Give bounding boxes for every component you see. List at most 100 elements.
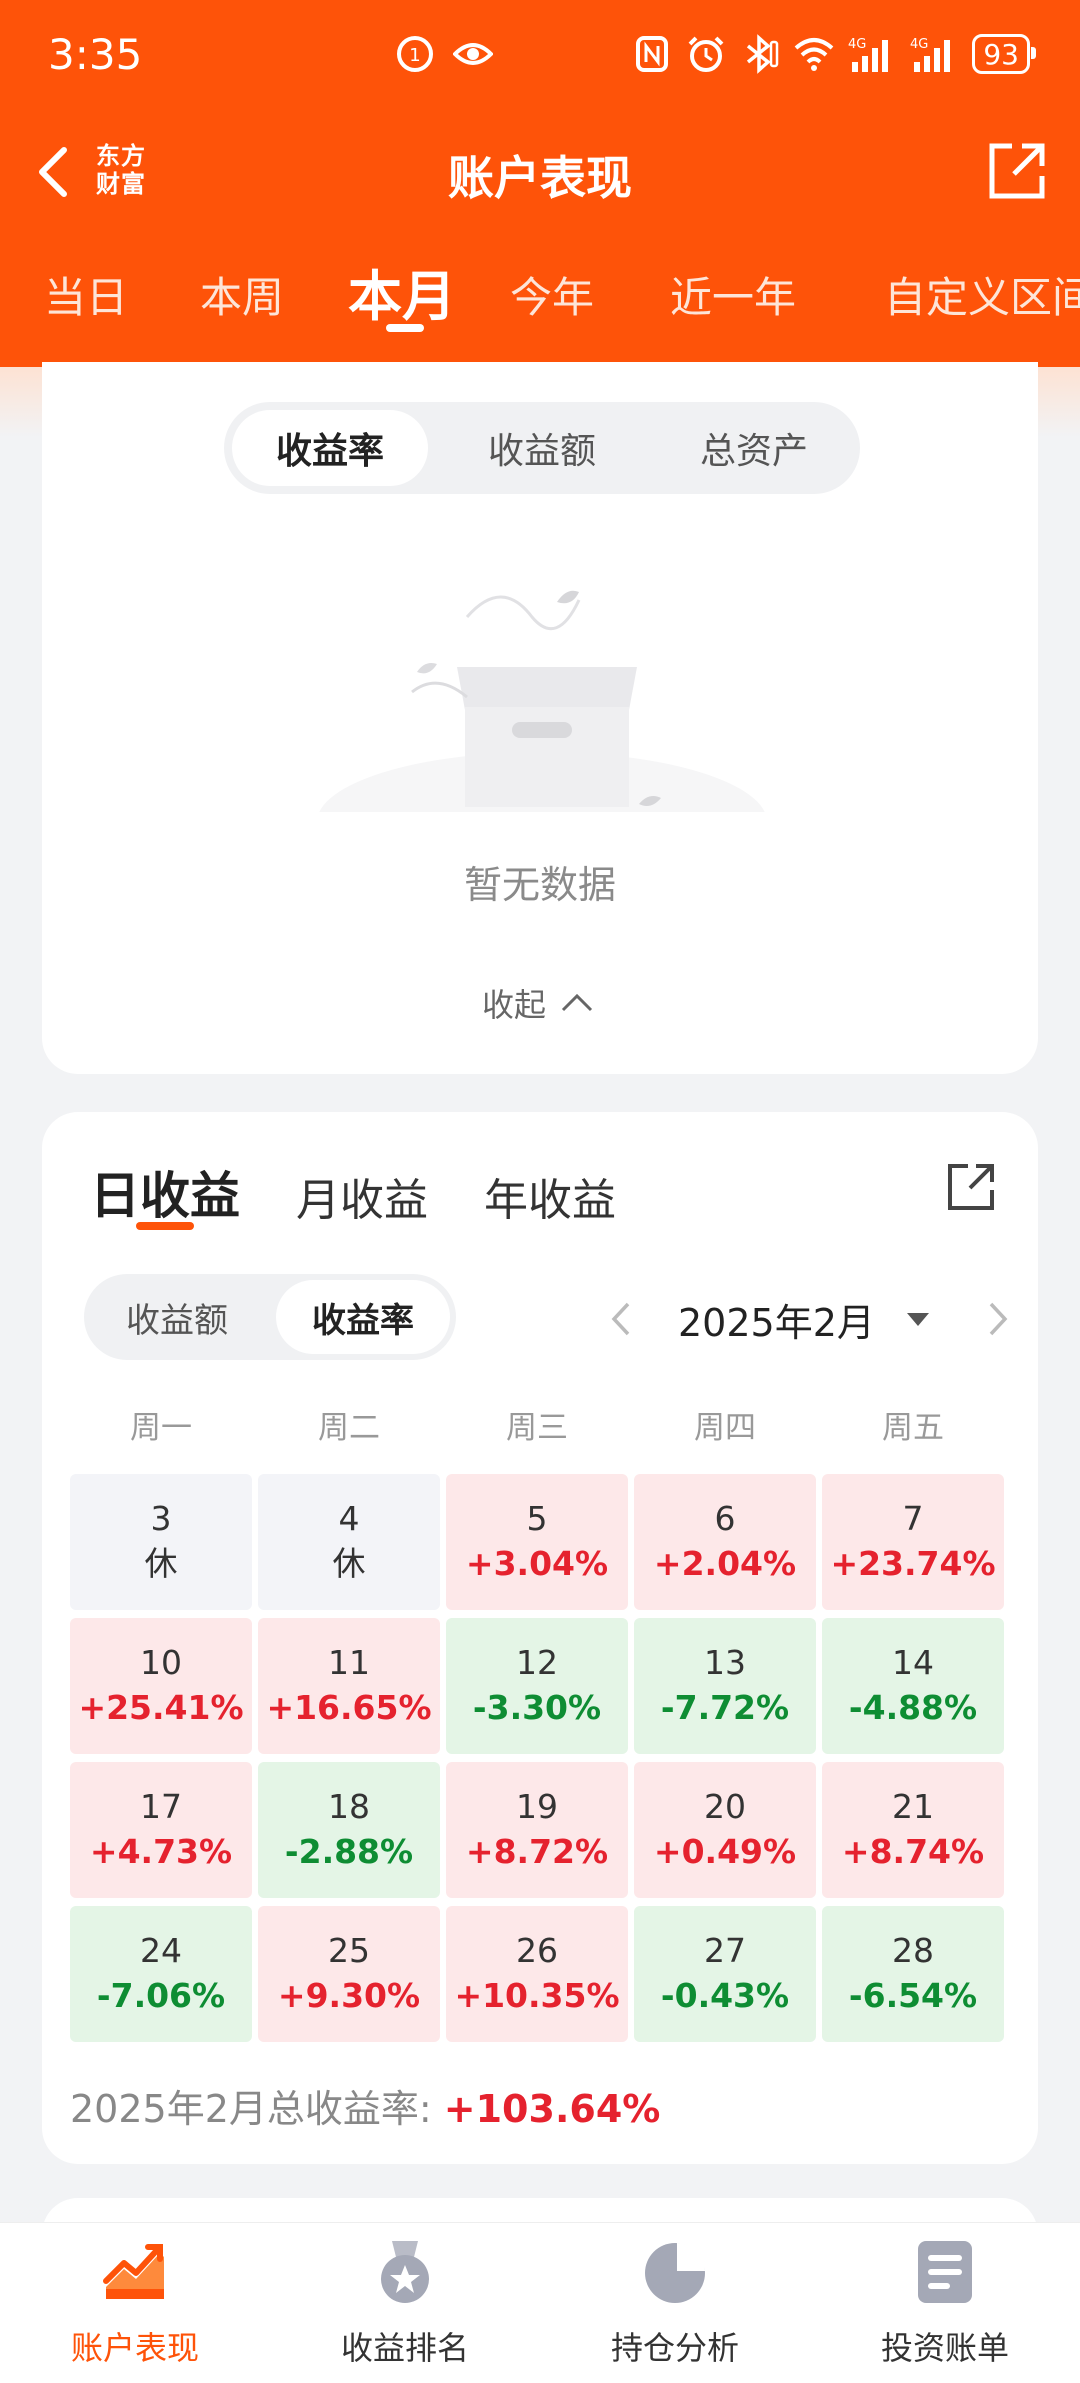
tab-daily-return[interactable]: 日收益 <box>90 1156 240 1228</box>
app-badge-icon: 1 <box>397 36 433 72</box>
bottom-nav-label: 持仓分析 <box>610 2329 739 2367</box>
day-number: 27 <box>704 1931 746 1970</box>
day-return: -3.30% <box>472 1688 602 1727</box>
calendar-day-cell[interactable]: 14 -4.88% <box>822 1618 1004 1754</box>
day-return: +3.04% <box>465 1544 609 1583</box>
weekday-label: 周二 <box>318 1410 380 1446</box>
day-return: -6.54% <box>848 1976 978 2015</box>
prev-month-icon[interactable] <box>602 1294 642 1344</box>
segment-return-rate[interactable]: 收益率 <box>224 422 436 474</box>
battery-indicator: 93 <box>972 34 1036 74</box>
bottom-nav: 账户表现 收益排名 持仓分析 投资账单 <box>0 2222 1080 2383</box>
calendar-day-cell[interactable]: 24 -7.06% <box>70 1906 252 2042</box>
calendar-metric-switch: 收益额 收益率 <box>84 1274 456 1360</box>
calendar-day-cell[interactable]: 3休 <box>70 1474 252 1610</box>
next-month-icon[interactable] <box>977 1294 1017 1344</box>
day-number: 13 <box>704 1643 746 1682</box>
calendar-day-cell[interactable]: 21 +8.74% <box>822 1762 1004 1898</box>
day-number: 20 <box>704 1787 746 1826</box>
bluetooth-icon <box>747 34 779 74</box>
bottom-nav-return-ranking[interactable]: 收益排名 <box>270 2237 540 2369</box>
wifi-icon <box>795 38 834 71</box>
segment-return-amount[interactable]: 收益额 <box>436 422 648 474</box>
day-number: 5 <box>526 1499 548 1538</box>
svg-text:4G: 4G <box>910 37 928 52</box>
day-return: +23.74% <box>830 1544 996 1583</box>
day-number: 18 <box>328 1787 370 1826</box>
calendar-day-cell[interactable]: 26 +10.35% <box>446 1906 628 2042</box>
empty-box-illustration <box>317 590 767 842</box>
day-return: 休 <box>332 1544 366 1583</box>
empty-state-text: 暂无数据 <box>463 863 616 907</box>
day-number: 6 <box>714 1499 736 1538</box>
dropdown-caret-icon[interactable] <box>903 1304 933 1334</box>
svg-text:4G: 4G <box>848 37 866 52</box>
calendar-day-cell[interactable]: 7 +23.74% <box>822 1474 1004 1610</box>
calendar-day-cell[interactable]: 25 +9.30% <box>258 1906 440 2042</box>
daily-returns-card: 日收益 月收益 年收益 收益额 收益率 2025年2月 周一 周二 周三 周四 … <box>42 1112 1038 2164</box>
calendar-day-cell[interactable]: 19 +8.72% <box>446 1762 628 1898</box>
calendar-day-cell[interactable]: 5 +3.04% <box>446 1474 628 1610</box>
calendar-day-cell[interactable]: 4休 <box>258 1474 440 1610</box>
calendar-day-cell[interactable]: 12 -3.30% <box>446 1618 628 1754</box>
tab-this-week[interactable]: 本周 <box>200 264 284 325</box>
performance-chart-card: 收益率 收益额 总资产 暂无数据 收起 <box>42 362 1038 1074</box>
day-return: 休 <box>144 1544 178 1583</box>
day-return: +4.73% <box>89 1832 233 1871</box>
chevron-up-icon <box>561 993 593 1012</box>
collapse-button[interactable]: 收起 <box>482 980 594 1026</box>
day-number: 24 <box>140 1931 182 1970</box>
weekday-label: 周四 <box>694 1410 756 1446</box>
tab-last-year[interactable]: 近一年 <box>670 264 796 325</box>
export-icon[interactable] <box>944 1160 998 1214</box>
period-tabs: 当日 本周 本月 今年 近一年 自定义区间 <box>0 250 1080 340</box>
calendar-day-cell[interactable]: 11 +16.65% <box>258 1618 440 1754</box>
day-return: +8.72% <box>465 1832 609 1871</box>
alarm-icon <box>688 36 724 72</box>
metric-return-rate[interactable]: 收益率 <box>270 1293 456 1342</box>
tab-this-month[interactable]: 本月 <box>348 252 456 331</box>
calendar-day-cell[interactable]: 18 -2.88% <box>258 1762 440 1898</box>
medal-icon <box>381 2241 429 2303</box>
day-return: +25.41% <box>78 1688 244 1727</box>
calendar-day-cell[interactable]: 27 -0.43% <box>634 1906 816 2042</box>
calendar-day-cell[interactable]: 20 +0.49% <box>634 1762 816 1898</box>
status-bar: 3:35 1 4G 4G 93 <box>0 0 1080 110</box>
tab-custom-range[interactable]: 自定义区间 <box>884 264 1080 325</box>
bottom-nav-investment-bill[interactable]: 投资账单 <box>810 2237 1080 2369</box>
day-return: -7.06% <box>96 1976 226 2015</box>
calendar-day-cell[interactable]: 6 +2.04% <box>634 1474 816 1610</box>
calendar-day-cell[interactable]: 10 +25.41% <box>70 1618 252 1754</box>
bottom-nav-holding-analysis[interactable]: 持仓分析 <box>540 2237 810 2369</box>
day-number: 25 <box>328 1931 370 1970</box>
share-icon[interactable] <box>984 138 1050 204</box>
day-number: 7 <box>902 1499 924 1538</box>
total-label: 2025年2月总收益率: <box>70 2087 432 2131</box>
day-number: 3 <box>150 1499 172 1538</box>
calendar-day-cell[interactable]: 13 -7.72% <box>634 1618 816 1754</box>
day-number: 12 <box>516 1643 558 1682</box>
eye-icon <box>453 43 493 65</box>
tab-today[interactable]: 当日 <box>44 264 128 325</box>
day-return: -0.43% <box>660 1976 790 2015</box>
bottom-nav-account-performance[interactable]: 账户表现 <box>0 2237 270 2369</box>
day-number: 14 <box>892 1643 934 1682</box>
signal-4g-icon: 4G <box>910 37 951 72</box>
bottom-nav-label: 收益排名 <box>340 2329 469 2367</box>
segment-total-assets[interactable]: 总资产 <box>648 422 860 474</box>
calendar-day-cell[interactable]: 28 -6.54% <box>822 1906 1004 2042</box>
svg-text:1: 1 <box>409 45 420 66</box>
month-label[interactable]: 2025年2月 <box>678 1292 875 1347</box>
weekday-label: 周五 <box>882 1410 944 1446</box>
tab-this-year[interactable]: 今年 <box>510 264 594 325</box>
metric-return-amount[interactable]: 收益额 <box>84 1293 270 1342</box>
day-number: 21 <box>892 1787 934 1826</box>
calendar-day-cell[interactable]: 17 +4.73% <box>70 1762 252 1898</box>
nfc-icon <box>636 36 669 72</box>
day-number: 11 <box>328 1643 370 1682</box>
bottom-nav-label: 投资账单 <box>880 2329 1009 2367</box>
tab-yearly-return[interactable]: 年收益 <box>484 1164 616 1228</box>
tab-monthly-return[interactable]: 月收益 <box>296 1164 428 1228</box>
total-value: +103.64% <box>443 2087 661 2131</box>
chart-trend-icon <box>103 2244 164 2299</box>
